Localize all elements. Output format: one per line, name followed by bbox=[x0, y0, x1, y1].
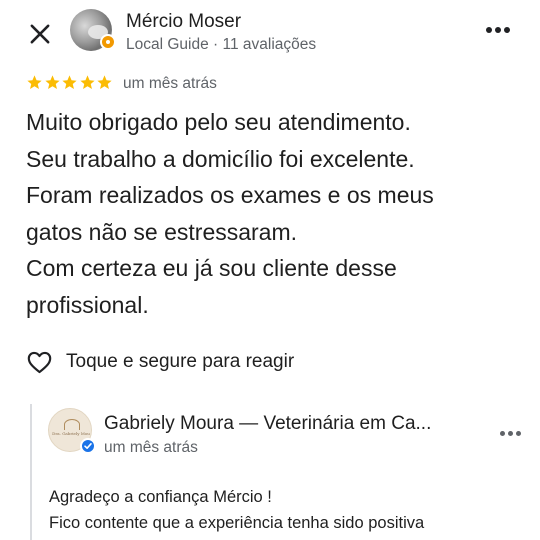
star-rating bbox=[26, 74, 114, 91]
reply-text-line: Fico contente que a experiência tenha si… bbox=[49, 514, 425, 532]
react-label: Toque e segure para reagir bbox=[66, 351, 295, 372]
close-icon[interactable] bbox=[26, 20, 54, 48]
owner-more-options-icon[interactable] bbox=[500, 431, 522, 437]
owner-reply-text: Agradeço a confiança Mércio ! Fico conte… bbox=[49, 484, 529, 536]
heart-outline-icon[interactable] bbox=[26, 349, 53, 376]
more-options-icon[interactable] bbox=[486, 27, 510, 35]
review-time: um mês atrás bbox=[123, 75, 217, 92]
owner-reply-time: um mês atrás bbox=[104, 439, 198, 456]
review-text-line: Com certeza eu já sou cliente desse bbox=[26, 255, 397, 281]
star-icon bbox=[79, 74, 96, 91]
star-icon bbox=[44, 74, 61, 91]
owner-reply: Dra. Gabriely Mou Gabriely Moura — Veter… bbox=[30, 404, 540, 540]
review-header: Mércio Moser Local Guide · 11 avaliações bbox=[0, 0, 540, 70]
review-text-line: Muito obrigado pelo seu atendimento. bbox=[26, 109, 411, 135]
star-icon bbox=[96, 74, 113, 91]
review-text-line: gatos não se estressaram. bbox=[26, 218, 298, 245]
owner-name[interactable]: Gabriely Moura — Veterinária em Ca... bbox=[104, 413, 431, 435]
star-icon bbox=[26, 74, 43, 91]
author-name[interactable]: Mércio Moser bbox=[126, 11, 241, 33]
star-icon bbox=[61, 74, 78, 91]
review-text-line: Foram realizados os exames e os meus bbox=[26, 182, 434, 208]
owner-logo-text: Dra. Gabriely Mou bbox=[52, 431, 90, 436]
review-text-line: profissional. bbox=[26, 291, 149, 318]
author-meta: Local Guide · 11 avaliações bbox=[126, 36, 317, 53]
reply-text-line: Agradeço a confiança Mércio ! bbox=[49, 488, 272, 506]
review-text-line: Seu trabalho a domicílio foi excelente. bbox=[26, 145, 415, 172]
local-guide-badge-icon bbox=[100, 34, 116, 50]
verified-check-icon bbox=[80, 438, 96, 454]
review-text: Muito obrigado pelo seu atendimento. Seu… bbox=[26, 104, 526, 323]
